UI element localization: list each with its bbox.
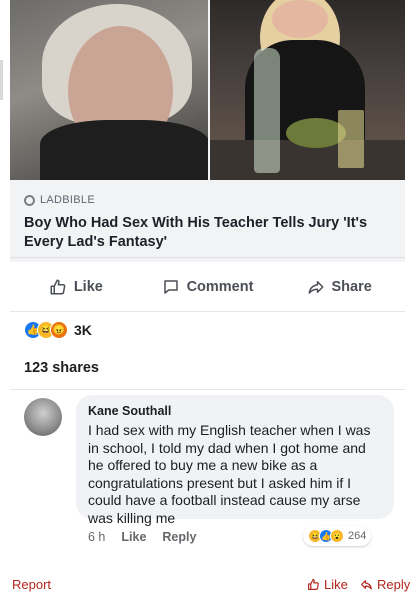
link-source: LADBIBLE: [24, 194, 393, 206]
footer-reply-button[interactable]: Reply: [360, 577, 410, 592]
thumbs-up-icon: [50, 279, 66, 294]
scroll-marker: [0, 60, 3, 100]
like-label: Like: [73, 278, 103, 295]
post-action-bar: Like Comment Share: [10, 262, 405, 312]
link-headline[interactable]: Boy Who Had Sex With His Teacher Tells J…: [24, 214, 393, 252]
comment-bubble: Kane Southall I had sex with my English …: [76, 395, 394, 526]
comment-text: I had sex with my English teacher when I…: [88, 422, 371, 526]
link-preview-images[interactable]: [10, 0, 405, 180]
angry-icon: 😠: [50, 321, 68, 339]
photo-face: [272, 0, 328, 38]
page-footer-bar: Report Like Reply: [0, 568, 419, 600]
reaction-count: 3K: [74, 322, 92, 338]
reaction-summary[interactable]: 👍 😆 😠 3K: [10, 312, 405, 348]
comment-author[interactable]: Kane Southall: [88, 404, 384, 418]
share-arrow-icon: [308, 280, 324, 294]
comment-button[interactable]: Comment: [142, 262, 274, 311]
thumbs-up-icon: [308, 578, 319, 590]
photo-bottle: [254, 48, 280, 173]
globe-icon: [24, 194, 35, 206]
wow-icon: 😮: [330, 529, 344, 543]
photo-plate: [286, 118, 346, 148]
report-link[interactable]: Report: [12, 577, 51, 592]
like-button[interactable]: Like: [10, 262, 142, 311]
preview-photo-dinner: [210, 0, 405, 180]
comment-reactions[interactable]: 😆 👍 😮 264: [303, 526, 372, 546]
facebook-post-screenshot: LADBIBLE Boy Who Had Sex With His Teache…: [10, 0, 405, 560]
source-name: LADBIBLE: [40, 194, 95, 206]
comment-reaction-count: 264: [348, 530, 367, 542]
comment-like-link[interactable]: Like: [121, 530, 146, 544]
footer-reply-label: Reply: [377, 576, 411, 592]
photo-scarf: [40, 120, 208, 180]
comment-reply-link[interactable]: Reply: [162, 530, 196, 544]
comment: Kane Southall I had sex with my English …: [10, 390, 405, 560]
comment-time[interactable]: 6 h: [88, 530, 105, 544]
comment-icon: [163, 279, 178, 294]
share-label: Share: [331, 278, 372, 295]
reply-arrow-icon: [361, 579, 372, 589]
footer-like-label: Like: [324, 576, 348, 592]
comment-label: Comment: [186, 278, 254, 295]
share-count[interactable]: 123 shares: [10, 348, 405, 390]
avatar[interactable]: [24, 398, 62, 436]
footer-like-button[interactable]: Like: [307, 577, 348, 592]
photo-glass: [338, 110, 364, 168]
share-button[interactable]: Share: [273, 262, 405, 311]
comment-meta: 6 h Like Reply: [88, 530, 196, 544]
preview-photo-woman: [10, 0, 208, 180]
link-preview-caption[interactable]: LADBIBLE Boy Who Had Sex With His Teache…: [10, 180, 405, 258]
